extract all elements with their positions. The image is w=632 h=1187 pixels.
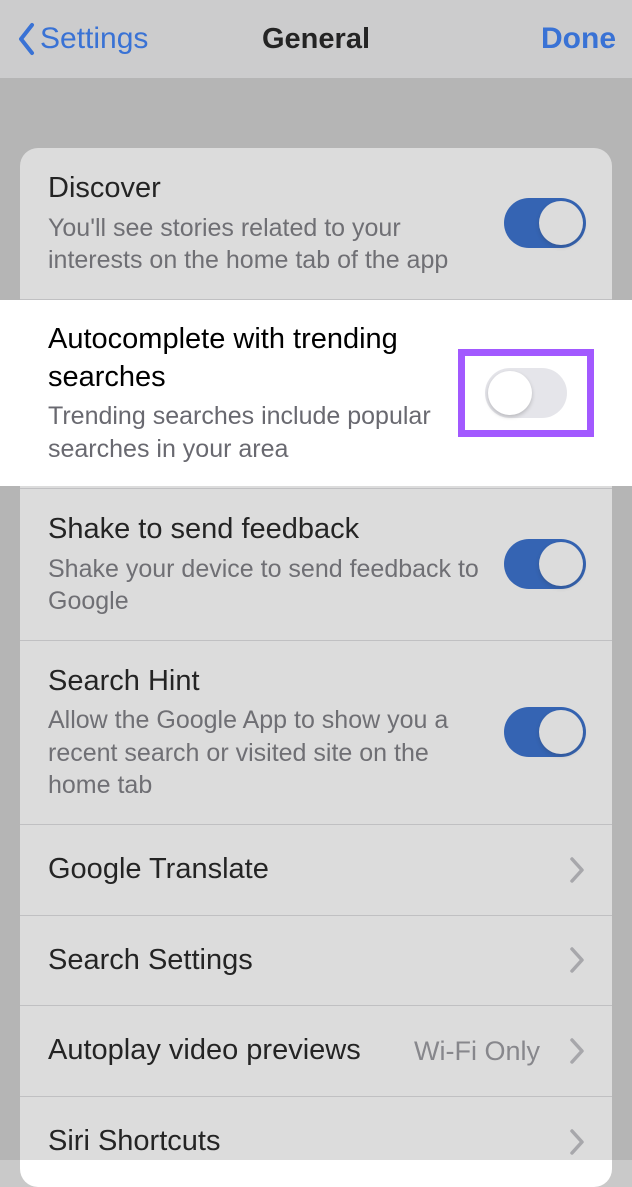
row-text: Autoplay video previews [48, 1032, 396, 1070]
row-text: Shake to send feedback Shake your device… [48, 511, 486, 618]
chevron-right-icon [568, 1128, 586, 1156]
done-button[interactable]: Done [541, 22, 616, 56]
row-title: Search Settings [48, 942, 550, 980]
row-title: Discover [48, 170, 486, 208]
page-title: General [262, 23, 370, 56]
row-shake-feedback: Shake to send feedback Shake your device… [20, 488, 612, 640]
back-button[interactable]: Settings [16, 21, 148, 57]
highlight-callout [458, 349, 594, 437]
row-subtitle: Allow the Google App to show you a recen… [48, 704, 486, 802]
shake-feedback-toggle[interactable] [504, 539, 586, 589]
chevron-right-icon [568, 856, 586, 884]
row-title: Search Hint [48, 663, 486, 701]
chevron-right-icon [568, 1037, 586, 1065]
highlighted-row: Autocomplete with trending searches Tren… [0, 300, 632, 486]
row-text: Google Translate [48, 851, 550, 889]
row-title: Siri Shortcuts [48, 1123, 550, 1161]
row-subtitle: Shake your device to send feedback to Go… [48, 553, 486, 618]
back-label: Settings [40, 22, 148, 56]
autoplay-value: Wi-Fi Only [414, 1036, 540, 1067]
row-subtitle: Trending searches include popular search… [48, 400, 440, 465]
row-text: Search Settings [48, 942, 550, 980]
search-hint-toggle[interactable] [504, 707, 586, 757]
row-title: Shake to send feedback [48, 511, 486, 549]
row-title: Autoplay video previews [48, 1032, 396, 1070]
row-title: Google Translate [48, 851, 550, 889]
row-search-hint: Search Hint Allow the Google App to show… [20, 640, 612, 824]
row-search-settings[interactable]: Search Settings [20, 915, 612, 1006]
row-google-translate[interactable]: Google Translate [20, 824, 612, 915]
row-text: Siri Shortcuts [48, 1123, 550, 1161]
navigation-bar: Settings General Done [0, 0, 632, 78]
row-discover: Discover You'll see stories related to y… [20, 148, 612, 299]
row-text: Discover You'll see stories related to y… [48, 170, 486, 277]
chevron-right-icon [568, 946, 586, 974]
row-subtitle: You'll see stories related to your inter… [48, 212, 486, 277]
chevron-left-icon [16, 21, 38, 57]
autocomplete-toggle-highlighted[interactable] [485, 368, 567, 418]
row-text: Autocomplete with trending searches Tren… [48, 321, 440, 465]
row-autoplay-previews[interactable]: Autoplay video previews Wi-Fi Only [20, 1005, 612, 1096]
row-title: Autocomplete with trending searches [48, 321, 440, 396]
row-text: Search Hint Allow the Google App to show… [48, 663, 486, 802]
discover-toggle[interactable] [504, 198, 586, 248]
row-siri-shortcuts[interactable]: Siri Shortcuts [20, 1096, 612, 1187]
